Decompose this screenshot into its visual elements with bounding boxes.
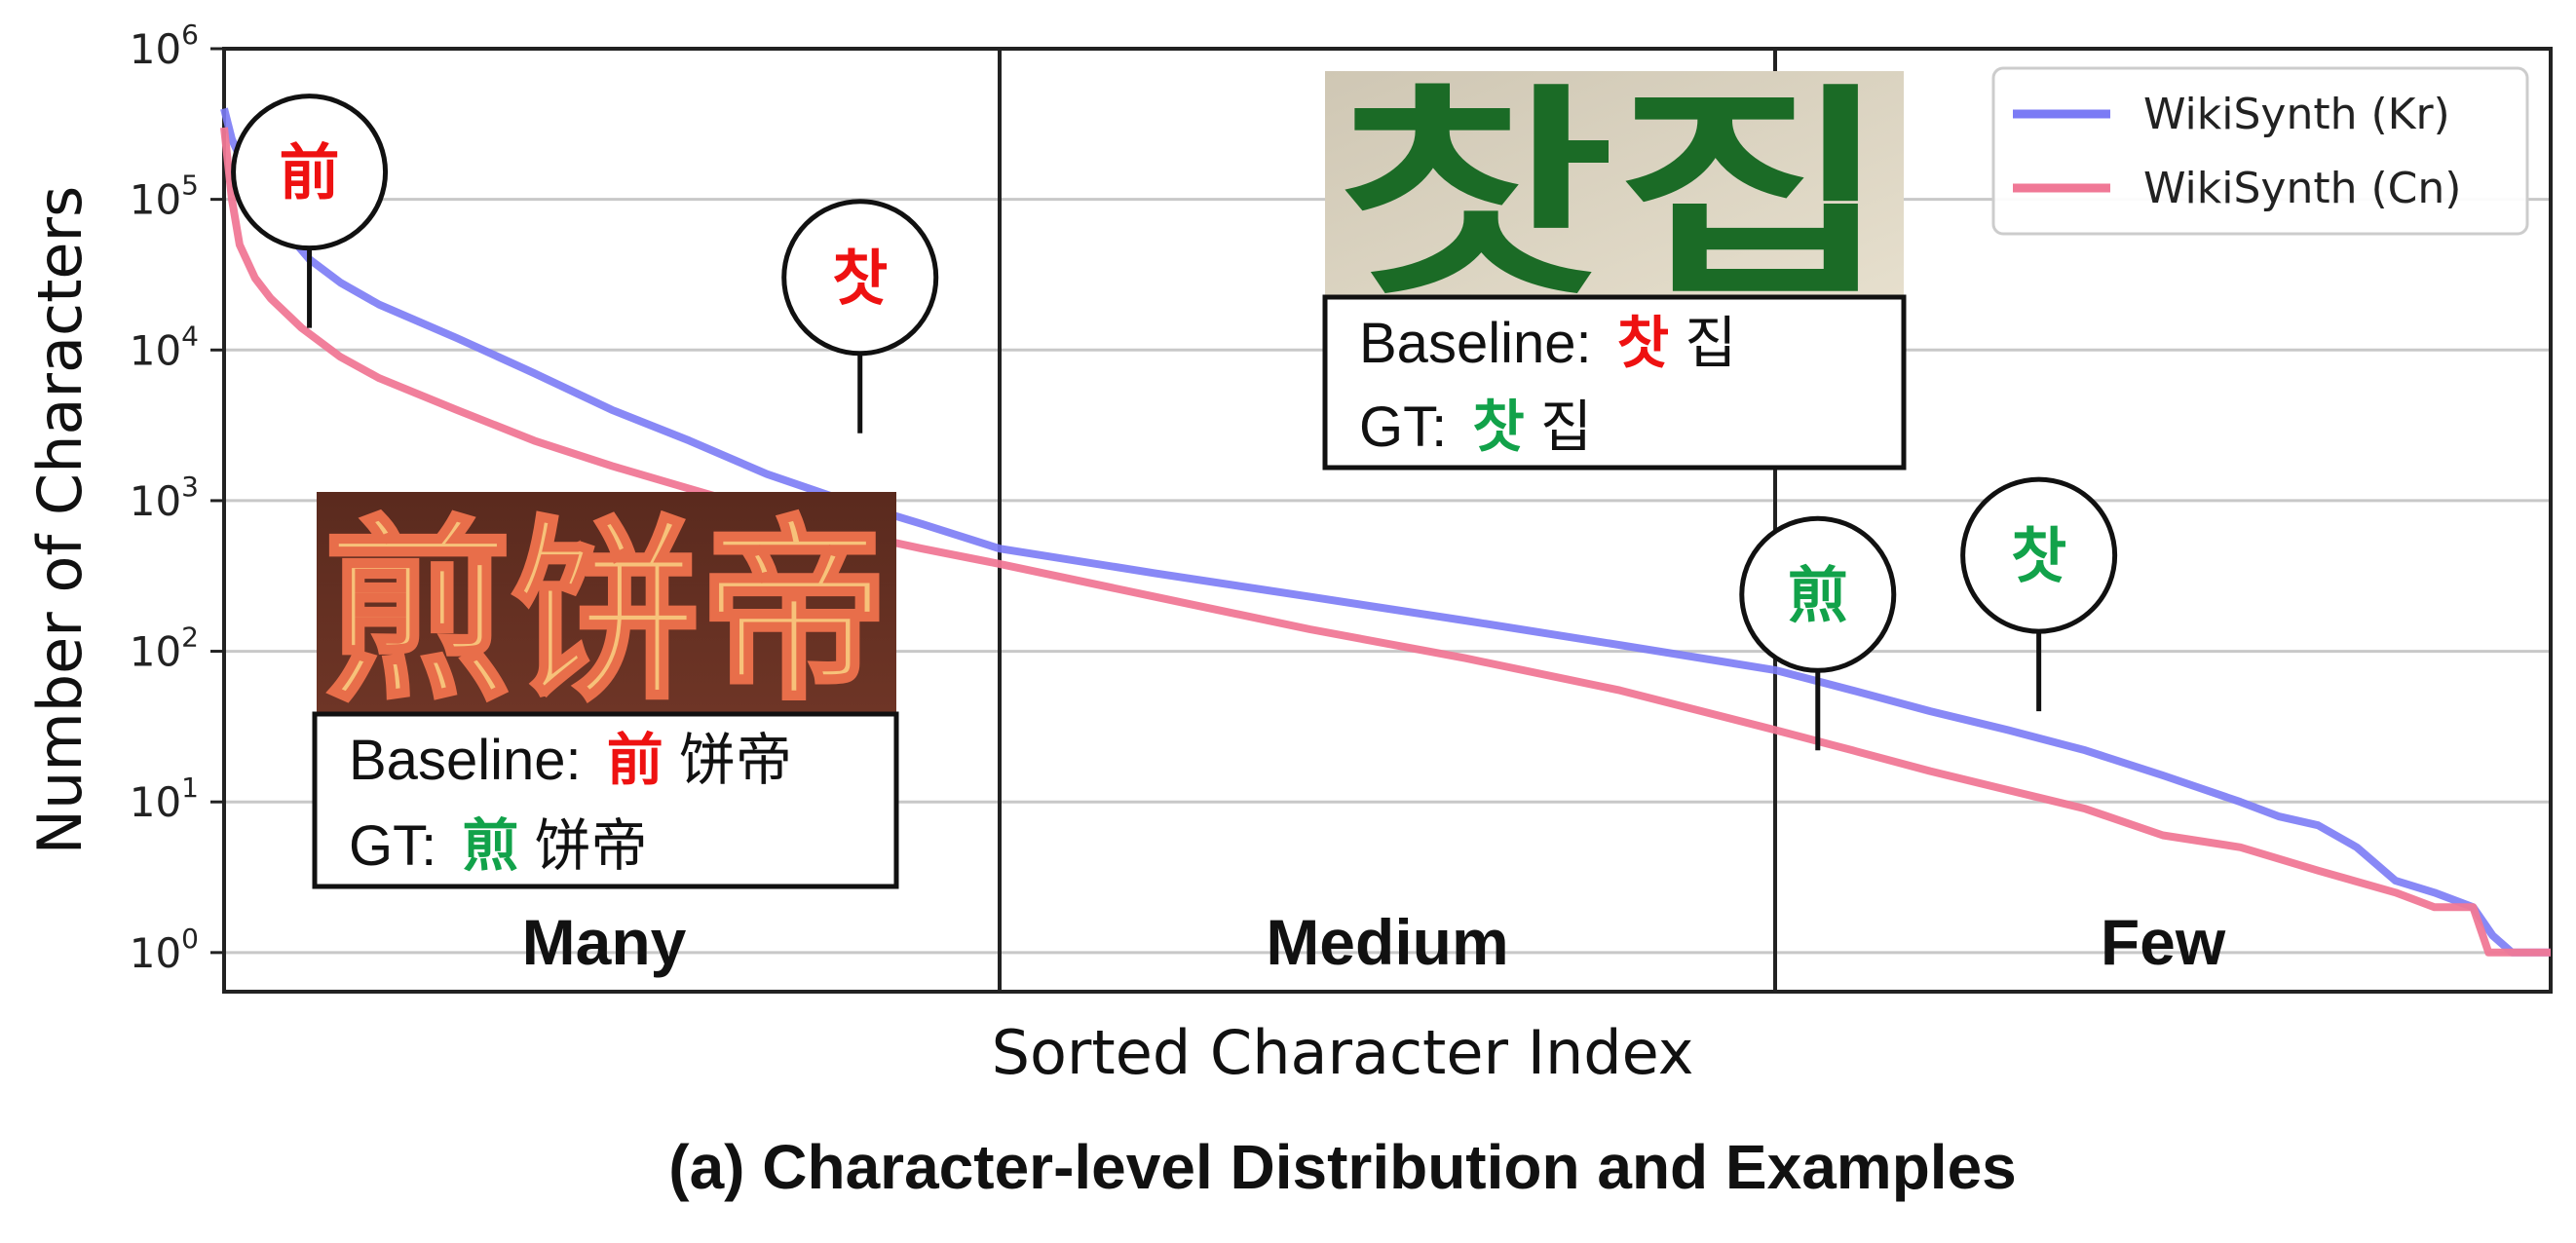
y-tick-base: 10 bbox=[130, 929, 181, 977]
example-kr-gt-correct: 찻 bbox=[1472, 396, 1524, 459]
y-tick-labels: 100101102103104105106 bbox=[130, 19, 224, 977]
example-kr-gt-label: GT: bbox=[1359, 396, 1447, 459]
example-cn-baseline-wrong: 前 bbox=[607, 729, 663, 792]
callout-char: 찻 bbox=[832, 243, 888, 314]
example-cn-gt-line: GT: 煎 饼帝 bbox=[349, 814, 648, 878]
legend-label-cn: WikiSynth (Cn) bbox=[2143, 164, 2461, 213]
y-tick-label: 101 bbox=[130, 772, 199, 826]
callout-kr-gt: 찻 bbox=[1960, 476, 2118, 712]
region-label-many: Many bbox=[522, 906, 687, 978]
chart: 100101102103104105106 Many Medium Few 前찻煎찻… bbox=[24, 19, 2553, 1202]
example-kr-photo-text: 찻집 bbox=[1337, 66, 1892, 326]
y-tick-exponent: 2 bbox=[181, 622, 199, 654]
example-cn-gt-rest: 饼帝 bbox=[535, 814, 648, 878]
y-tick-label: 100 bbox=[130, 923, 199, 977]
y-tick-exponent: 4 bbox=[181, 320, 199, 352]
callout-char: 煎 bbox=[1788, 559, 1848, 630]
region-label-few: Few bbox=[2101, 906, 2226, 978]
region-label-medium: Medium bbox=[1266, 906, 1508, 978]
x-axis-label: Sorted Character Index bbox=[992, 1017, 1694, 1088]
region-labels: Many Medium Few bbox=[522, 906, 2226, 978]
y-tick-label: 104 bbox=[130, 320, 199, 374]
callout-char: 前 bbox=[280, 137, 340, 208]
callout-char: 찻 bbox=[2011, 520, 2066, 591]
callout-cn-gt: 煎 bbox=[1739, 515, 1897, 751]
y-tick-label: 105 bbox=[130, 170, 199, 224]
figure-caption: (a) Character-level Distribution and Exa… bbox=[668, 1132, 2017, 1202]
example-kr-baseline-rest: 집 bbox=[1685, 312, 1736, 375]
y-tick-base: 10 bbox=[130, 326, 181, 374]
example-kr-baseline-wrong: 찻 bbox=[1617, 312, 1669, 375]
example-kr-baseline-label: Baseline: bbox=[1359, 312, 1592, 375]
example-cn-gt-label: GT: bbox=[349, 814, 436, 878]
y-tick-base: 10 bbox=[130, 628, 181, 676]
y-tick-exponent: 0 bbox=[181, 923, 199, 955]
y-tick-exponent: 1 bbox=[181, 772, 199, 804]
example-cn-baseline-label: Baseline: bbox=[349, 729, 582, 792]
y-tick-base: 10 bbox=[130, 176, 181, 224]
example-cn-baseline-line: Baseline: 前 饼帝 bbox=[349, 729, 792, 792]
example-kr-gt-line: GT: 찻 집 bbox=[1359, 396, 1592, 459]
y-tick-exponent: 5 bbox=[181, 170, 199, 202]
example-cn-photo-text: 煎饼帝 bbox=[323, 500, 889, 727]
y-tick-base: 10 bbox=[130, 25, 181, 73]
callout-kr-wrong: 찻 bbox=[781, 199, 939, 433]
y-tick-exponent: 3 bbox=[181, 471, 199, 503]
example-kr-baseline-line: Baseline: 찻 집 bbox=[1359, 312, 1737, 375]
example-kr: 찻집 Baseline: 찻 집 GT: 찻 집 bbox=[1322, 66, 1907, 471]
y-tick-exponent: 6 bbox=[181, 19, 199, 51]
example-kr-gt-rest: 집 bbox=[1540, 396, 1592, 459]
example-cn-gt-correct: 煎 bbox=[462, 814, 518, 878]
y-tick-label: 102 bbox=[130, 622, 199, 676]
example-cn: 煎饼帝 Baseline: 前 饼帝 GT: 煎 饼帝 bbox=[312, 492, 899, 889]
y-tick-base: 10 bbox=[130, 778, 181, 826]
y-axis-label: Number of Characters bbox=[24, 186, 95, 855]
y-tick-base: 10 bbox=[130, 477, 181, 525]
y-tick-label: 103 bbox=[130, 471, 199, 525]
legend: WikiSynth (Kr) WikiSynth (Cn) bbox=[1991, 66, 2529, 236]
example-cn-baseline-rest: 饼帝 bbox=[679, 729, 792, 792]
legend-label-kr: WikiSynth (Kr) bbox=[2143, 90, 2450, 139]
y-tick-label: 106 bbox=[130, 19, 199, 73]
